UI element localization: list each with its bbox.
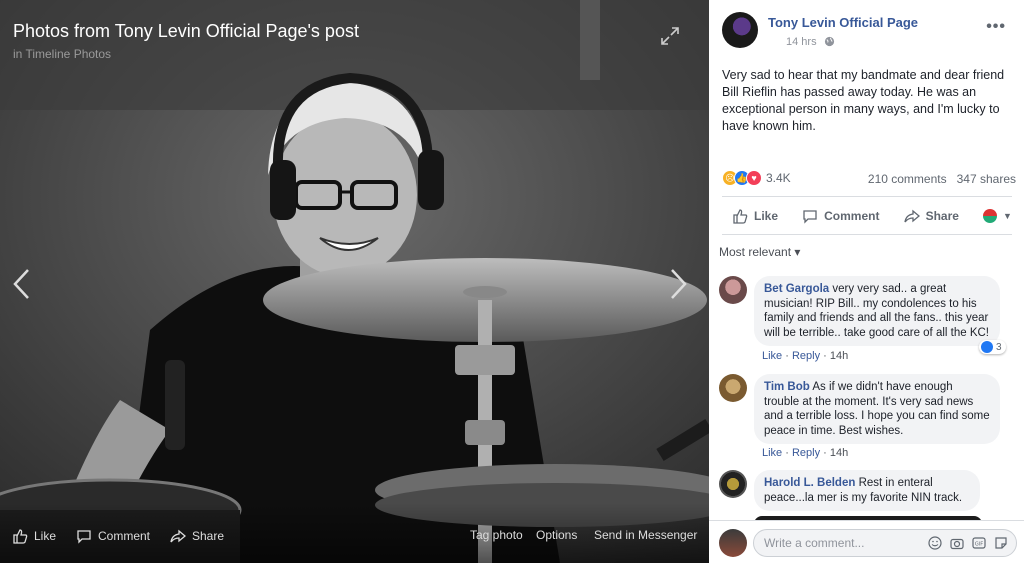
- gif-icon[interactable]: GIF: [972, 536, 986, 550]
- composer-tools: GIF: [928, 536, 1008, 550]
- commenter-name[interactable]: Harold L. Belden: [764, 477, 855, 489]
- more-options-icon[interactable]: •••: [986, 18, 1006, 36]
- send-in-messenger-button[interactable]: Send in Messenger: [594, 528, 697, 542]
- comment-icon: [803, 210, 817, 224]
- emoji-icon[interactable]: [928, 536, 942, 550]
- photo-viewer: Photos from Tony Levin Official Page's p…: [0, 0, 709, 563]
- comment-reaction-badge[interactable]: 3: [979, 340, 1006, 354]
- tag-photo-label: Tag photo: [470, 528, 523, 542]
- viewer-album-link[interactable]: in Timeline Photos: [13, 47, 111, 61]
- page-name-link[interactable]: Tony Levin Official Page: [768, 15, 918, 30]
- comment-bubble: Harold L. Belden Rest in enteral peace..…: [754, 470, 980, 511]
- comment-bubble: Tim Bob As if we didn't have enough trou…: [754, 374, 1000, 444]
- options-label: Options: [536, 528, 578, 542]
- viewer-like-label: Like: [34, 529, 57, 543]
- comment-time[interactable]: 14h: [830, 350, 848, 362]
- comment-composer: Write a comment... GIF: [709, 520, 1024, 563]
- comment-meta: Like · Reply · 14h: [762, 447, 849, 459]
- audience-selector[interactable]: ▼: [983, 209, 1012, 223]
- options-button[interactable]: Options: [536, 528, 577, 542]
- commenter-name[interactable]: Tim Bob: [764, 381, 810, 393]
- divider: [722, 234, 1012, 235]
- reactions-summary[interactable]: ☹ 👍 ♥ 3.4K: [722, 170, 791, 186]
- tag-photo-button[interactable]: Tag photo: [470, 528, 523, 542]
- divider: [722, 196, 1012, 197]
- share-arrow-icon: [903, 209, 920, 223]
- comment-like-link[interactable]: Like: [762, 350, 782, 362]
- viewer-comment-label: Comment: [98, 529, 151, 543]
- reaction-count: 3.4K: [766, 171, 791, 185]
- viewer-share-button[interactable]: Share: [170, 528, 224, 544]
- next-photo-icon[interactable]: [670, 268, 688, 300]
- comment-reaction-count: 3: [996, 341, 1002, 353]
- camera-icon[interactable]: [950, 536, 964, 550]
- post-header: Tony Levin Official Page 14 hrs •••: [722, 12, 1012, 52]
- comment-label: Comment: [824, 209, 880, 223]
- comment-bubble: Bet Gargola very very sad.. a great musi…: [754, 276, 1000, 346]
- comment-time[interactable]: 14h: [830, 447, 848, 459]
- love-reaction-icon: ♥: [746, 170, 762, 186]
- chevron-down-icon: ▼: [1003, 211, 1012, 221]
- comment-sort-dropdown[interactable]: Most relevant ▾: [719, 245, 800, 259]
- like-label: Like: [754, 209, 779, 223]
- viewer-share-label: Share: [192, 529, 225, 543]
- viewer-title: Photos from Tony Levin Official Page's p…: [13, 21, 359, 41]
- previous-photo-icon[interactable]: [12, 268, 30, 300]
- share-arrow-icon: [170, 529, 186, 543]
- commenter-avatar[interactable]: [719, 374, 747, 402]
- globe-icon: [824, 36, 835, 47]
- comment-reply-link[interactable]: Reply: [792, 447, 820, 459]
- post-timestamp[interactable]: 14 hrs: [786, 36, 817, 48]
- comment-reply-link[interactable]: Reply: [792, 350, 820, 362]
- share-button[interactable]: Share: [903, 208, 959, 224]
- comments-count-link[interactable]: 210 comments: [868, 172, 947, 186]
- photo: [0, 0, 709, 563]
- post-text: Very sad to hear that my bandmate and de…: [722, 68, 1005, 133]
- send-in-messenger-label: Send in Messenger: [594, 528, 698, 542]
- share-label: Share: [925, 209, 959, 223]
- svg-text:GIF: GIF: [975, 542, 983, 548]
- viewer-like-button[interactable]: Like: [12, 528, 56, 544]
- sticker-icon[interactable]: [994, 536, 1008, 550]
- comment-like-link[interactable]: Like: [762, 447, 782, 459]
- engagement-counts: 210 comments 347 shares: [868, 172, 1016, 186]
- like-reaction-icon: [981, 341, 993, 353]
- expand-icon[interactable]: [660, 26, 680, 46]
- user-avatar[interactable]: [719, 529, 747, 557]
- commenter-avatar[interactable]: [719, 470, 747, 498]
- profile-flag-icon: [983, 209, 998, 223]
- post-actions: Like Comment Share ▼: [722, 204, 1012, 228]
- comment-button[interactable]: Comment: [802, 208, 879, 224]
- comments-list: Bet Gargola very very sad.. a great musi…: [709, 262, 1024, 520]
- viewer-comment-button[interactable]: Comment: [76, 528, 150, 544]
- thumbs-up-icon: [733, 209, 748, 224]
- comment-icon: [77, 530, 91, 544]
- post-side-panel: Tony Levin Official Page 14 hrs ••• Very…: [709, 0, 1024, 563]
- commenter-name[interactable]: Bet Gargola: [764, 283, 829, 295]
- like-button[interactable]: Like: [732, 208, 778, 224]
- thumbs-up-icon: [13, 529, 28, 544]
- shares-count-link[interactable]: 347 shares: [957, 172, 1016, 186]
- comment-meta: Like · Reply · 14h: [762, 350, 849, 362]
- commenter-avatar[interactable]: [719, 276, 747, 304]
- page-avatar[interactable]: [722, 12, 758, 48]
